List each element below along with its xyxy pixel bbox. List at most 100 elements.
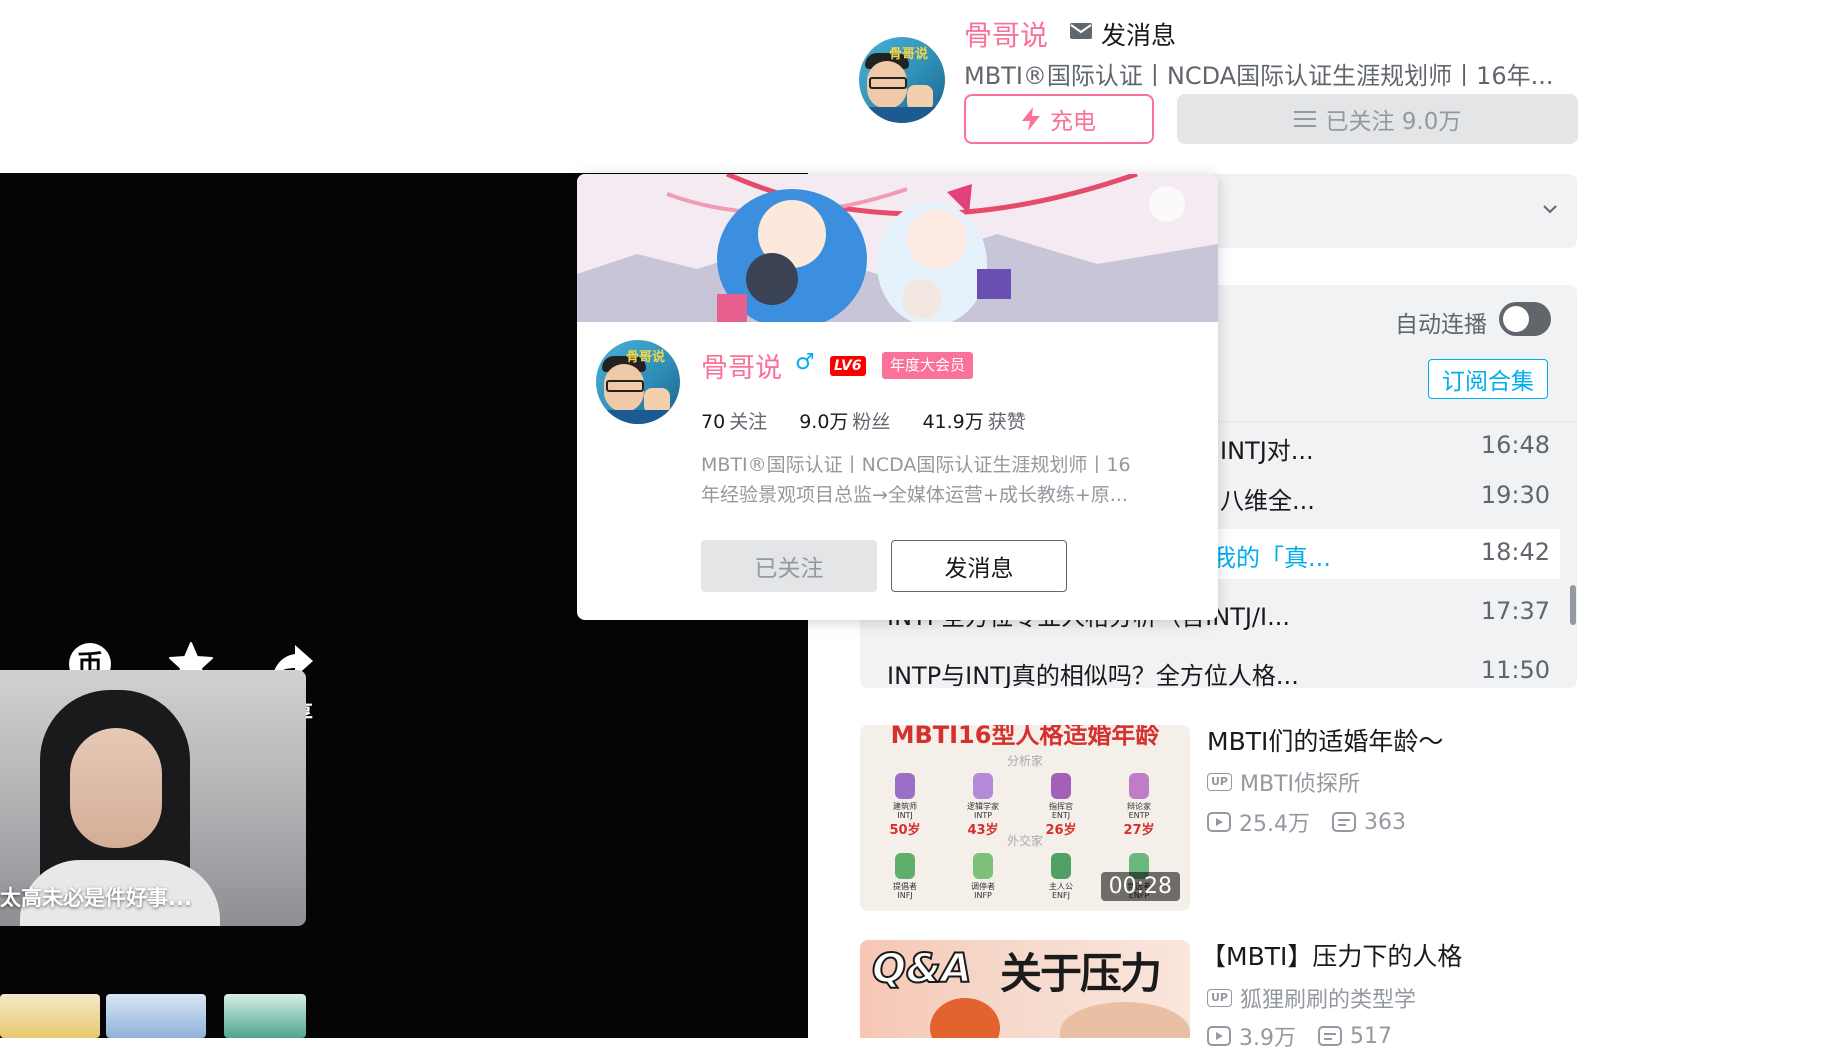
type-age: 26岁 [1045,822,1076,838]
type-code: ENFJ [1052,891,1070,900]
recommend-stats-row: 3.9万 517 [1207,1020,1392,1052]
type-age: 43岁 [967,822,998,838]
danmaku-icon [1318,1026,1342,1046]
fox-illustration [930,998,1000,1038]
danmaku-count: 363 [1364,809,1406,835]
avatar-glasses [869,77,907,89]
type-figure [973,773,993,799]
charge-button[interactable]: 充电 [964,94,1154,144]
playlist-item-duration: 11:50 [1480,656,1550,684]
thumb-group-label: 分析家 [1007,753,1043,768]
subscribe-collection-button[interactable]: 订阅合集 [1428,359,1548,399]
play-count-icon [1207,1026,1231,1046]
vip-badge: 年度大会员 [882,352,974,379]
thumb-group-label: 外交家 [1007,833,1043,848]
following-count: 70 [701,411,726,433]
type-name: 逻辑学家 [967,801,999,811]
recommend-stats-row: 25.4万 363 [1207,806,1406,838]
mail-icon[interactable] [1070,23,1092,39]
avatar-logo-text: 骨哥说 [889,47,929,62]
following-label: 关注 [729,411,768,433]
recommend-thumbnail[interactable]: Q&A 关于压力 [860,940,1190,1038]
recommend-author-row[interactable]: UP MBTI侦探所 [1207,766,1360,798]
card-username[interactable]: 骨哥说 [701,346,782,385]
mini-thumbnail[interactable] [106,994,206,1038]
card-stats: 70 关注 9.0万 粉丝 41.9万 获赞 [701,407,1026,434]
uploader-name[interactable]: 骨哥说 [964,14,1048,54]
uploader-avatar[interactable]: 骨哥说 [859,37,945,123]
playlist-scrollbar[interactable] [1570,585,1576,625]
video-duration: 00:28 [1100,872,1180,901]
type-figure [1051,853,1071,879]
card-message-button[interactable]: 发消息 [891,540,1067,592]
type-age: 27岁 [1123,822,1154,838]
person-illustration [1060,1002,1190,1038]
fans-stat[interactable]: 9.0万 粉丝 [799,407,890,434]
playlist-item-duration: 16:48 [1480,431,1550,459]
recommend-author: 狐狸刷刷的类型学 [1240,988,1417,1013]
type-code: INFJ [897,891,912,900]
avatar-shirt [859,107,945,123]
type-figure [895,773,915,799]
chevron-down-icon[interactable] [1543,202,1557,216]
mini-thumbnail[interactable] [0,994,100,1038]
thumb-text: 关于压力 [1000,949,1162,998]
followed-label: 已关注 9.0万 [1325,109,1462,135]
type-figure [895,853,915,879]
recommend-author: MBTI侦探所 [1240,772,1361,797]
card-followed-button[interactable]: 已关注 [701,540,877,592]
avatar-logo-text: 骨哥说 [626,350,666,365]
type-name: 指挥官 [1049,801,1073,811]
thumb-text: Q&A [871,945,973,993]
playlist-item-duration: 17:37 [1480,597,1550,625]
video-thumbnail-figure-face [70,728,162,848]
type-name: 辩论家 [1127,801,1151,811]
charge-label: 充电 [1050,109,1096,135]
type-figure [1051,773,1071,799]
send-message-link[interactable]: 发消息 [1101,16,1176,52]
type-name: 建筑师 [893,801,917,811]
recommend-thumbnail[interactable]: MBTI16型人格适婚年龄 分析家 外交家 建筑师 INTJ 50岁 逻辑学家 INTP… [860,725,1190,911]
male-gender-icon: ♂ [795,350,815,375]
type-code: INFP [974,891,992,900]
user-hover-card: 骨哥说 骨哥说 ♂ LV6 年度大会员 70 关注 9.0万 粉丝 41.9万 获赞 … [577,174,1218,620]
type-figure [1129,773,1149,799]
play-count-icon [1207,812,1231,832]
mini-thumbnail[interactable] [224,994,306,1038]
avatar-shirt [596,410,680,424]
card-avatar[interactable]: 骨哥说 [596,340,680,424]
fans-count: 9.0万 [799,411,849,433]
likes-stat: 41.9万 获赞 [922,407,1025,434]
uploader-description: MBTI®国际认证丨NCDA国际认证生涯规划师丨16年... [964,62,1554,90]
level-badge: LV6 [830,356,866,376]
menu-icon [1293,111,1316,127]
recommend-title[interactable]: MBTI们的适婚年龄～ [1207,722,1443,758]
autoplay-label: 自动连播 [1395,312,1487,338]
type-name: 提倡者 [893,881,917,891]
recommend-video-card[interactable]: 太高未必是件好事... [0,670,306,926]
up-tag: UP [1207,773,1232,791]
thumb-heading: MBTI16型人格适婚年龄 [891,725,1161,749]
card-description: MBTI®国际认证丨NCDA国际认证生涯规划师丨16 年经验景观项目总监→全媒体… [701,450,1179,510]
type-name: 主人公 [1049,881,1073,891]
view-count: 3.9万 [1239,1026,1296,1051]
following-stat[interactable]: 70 关注 [701,407,767,434]
playlist-item-duration: 19:30 [1480,481,1550,509]
recommend-author-row[interactable]: UP 狐狸刷刷的类型学 [1207,982,1416,1014]
playlist-item[interactable]: INTP与INTJ真的相似吗？全方位人格... 11:50 [860,647,1560,688]
fans-label: 粉丝 [852,411,891,433]
card-description-line: 年经验景观项目总监→全媒体运营+成长教练+原... [701,484,1128,506]
type-code: INTP [974,811,992,820]
autoplay-toggle[interactable] [1499,302,1551,336]
followed-button[interactable]: 已关注 9.0万 [1177,94,1578,144]
likes-label: 获赞 [987,411,1026,433]
type-code: ENTJ [1052,811,1070,820]
danmaku-count: 517 [1350,1023,1392,1049]
card-description-line: MBTI®国际认证丨NCDA国际认证生涯规划师丨16 [701,454,1131,476]
anime-banner-illustration [577,174,1218,322]
playlist-item-title: INTP与INTJ真的相似吗？全方位人格... [887,662,1299,688]
view-count: 25.4万 [1239,812,1310,837]
type-figure [973,853,993,879]
recommend-title[interactable]: 【MBTI】压力下的人格 [1201,937,1462,973]
type-code: INTJ [897,811,913,820]
